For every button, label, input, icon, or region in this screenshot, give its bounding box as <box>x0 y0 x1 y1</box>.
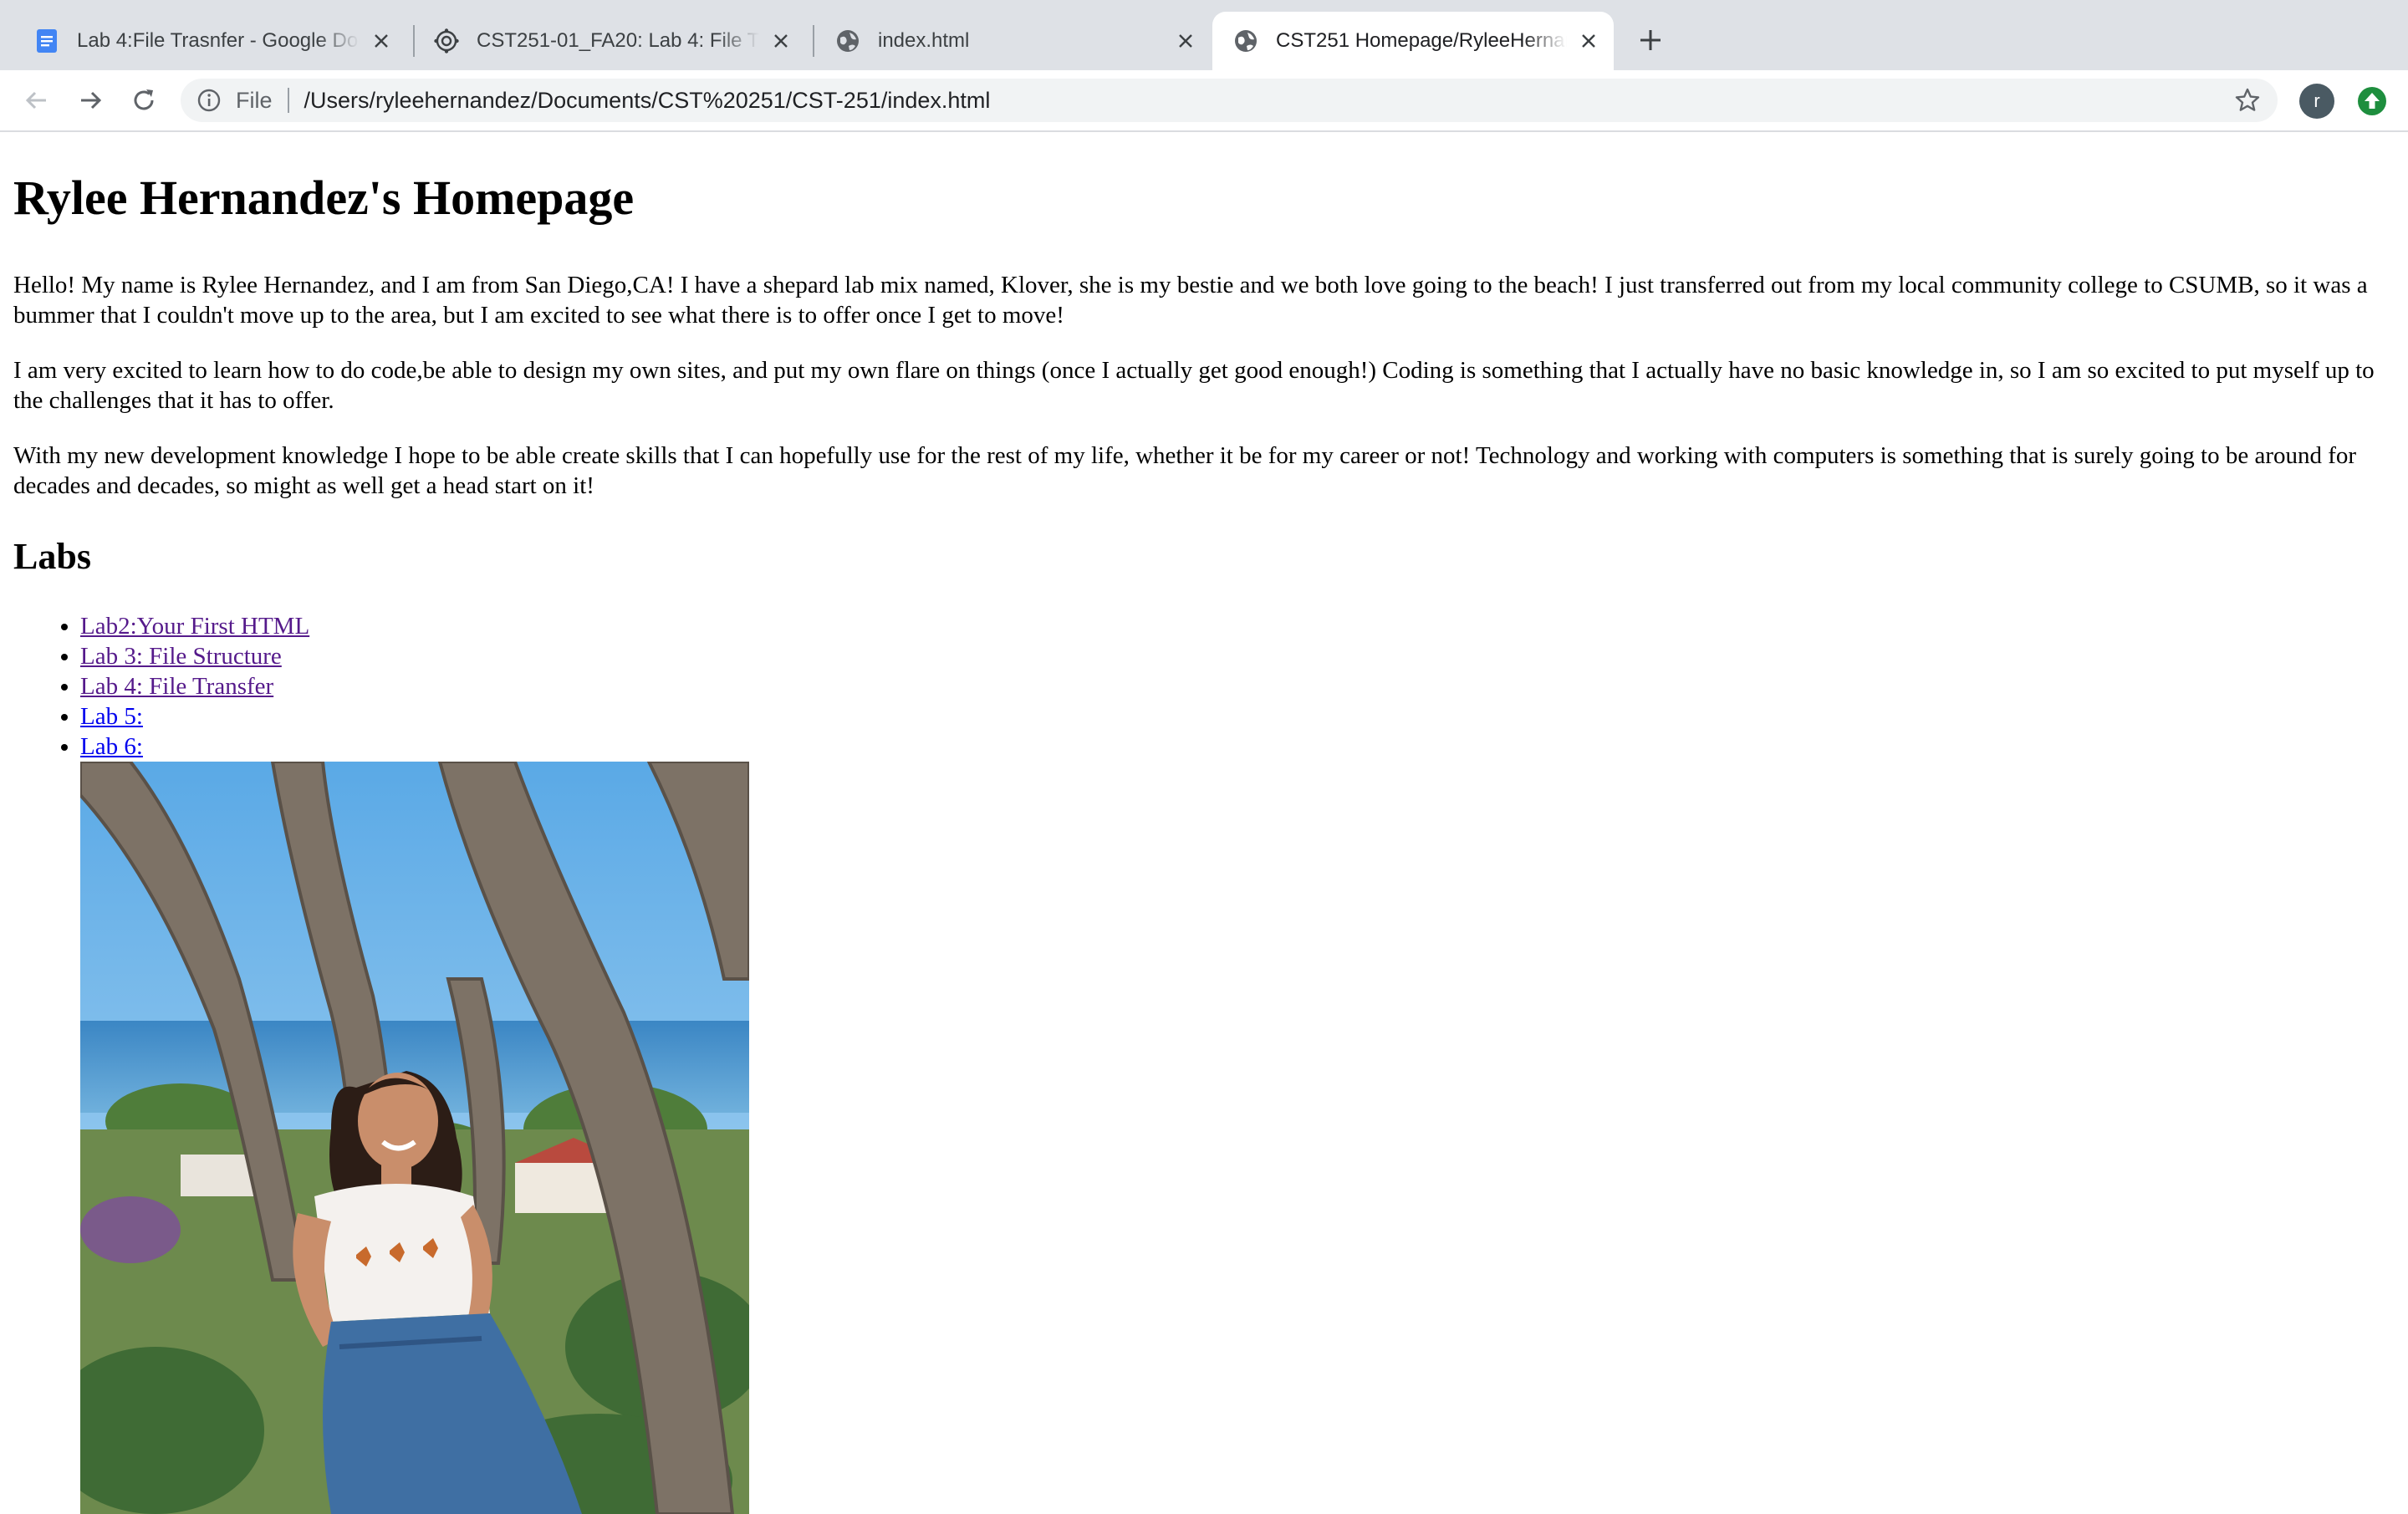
page-content: Rylee Hernandez's Homepage Hello! My nam… <box>13 132 2395 1514</box>
arrow-left-icon <box>25 91 46 110</box>
page-title: Rylee Hernandez's Homepage <box>13 171 635 225</box>
address-bar[interactable]: File /Users/ryleehernandez/Documents/CST… <box>181 79 2278 122</box>
reload-button[interactable] <box>127 84 161 117</box>
forward-button[interactable] <box>74 84 107 117</box>
tab-index-html[interactable]: index.html <box>801 12 1211 70</box>
tab-canvas-lab4[interactable]: CST251-01_FA20: Lab 4: File Transfer <box>400 12 806 70</box>
star-icon[interactable] <box>2234 87 2261 114</box>
reload-icon <box>134 89 154 110</box>
globe-icon <box>837 30 859 52</box>
lab-5-link[interactable]: Lab 5: <box>80 703 143 730</box>
extension-icon[interactable] <box>2356 85 2388 117</box>
tab-strip: Lab 4:File Trasnfer - Google Docs CST251… <box>0 0 2408 70</box>
google-docs-icon <box>37 29 57 53</box>
close-icon[interactable] <box>370 29 393 53</box>
intro-paragraph: Hello! My name is Rylee Hernandez, and I… <box>13 271 2368 329</box>
close-icon[interactable] <box>1577 29 1600 53</box>
list-item: Lab 5: <box>80 701 2395 732</box>
lab-2-link[interactable]: Lab2:Your First HTML <box>80 613 309 640</box>
profile-avatar[interactable]: r <box>2299 84 2334 119</box>
canvas-icon <box>434 28 459 54</box>
close-icon[interactable] <box>1174 29 1197 53</box>
plus-icon <box>1640 30 1661 50</box>
tab-title: CST251-01_FA20: Lab 4: File Transfer <box>477 29 759 52</box>
list-item: Lab 3: File Structure <box>80 641 2395 671</box>
list-item: Lab2:Your First HTML <box>80 611 2395 641</box>
scheme-label: File <box>236 87 273 113</box>
list-item: Lab 6: <box>80 732 2395 762</box>
photo-illustration <box>80 762 749 1514</box>
close-icon[interactable] <box>769 29 793 53</box>
tab-homepage[interactable]: CST251 Homepage/RyleeHernandez <box>1212 12 1614 70</box>
labs-heading: Labs <box>13 535 91 577</box>
tab-google-docs[interactable]: Lab 4:File Trasnfer - Google Docs <box>0 12 406 70</box>
tab-title: Lab 4:File Trasnfer - Google Docs <box>77 29 360 52</box>
profile-photo <box>80 762 749 1514</box>
lab-4-link[interactable]: Lab 4: File Transfer <box>80 673 273 700</box>
lab-6-link[interactable]: Lab 6: <box>80 733 143 760</box>
goals-paragraph: I am very excited to learn how to do cod… <box>13 356 2375 414</box>
info-icon[interactable] <box>196 87 222 114</box>
divider <box>287 88 289 113</box>
url-text[interactable]: /Users/ryleehernandez/Documents/CST%2025… <box>304 88 991 114</box>
labs-list: Lab2:Your First HTML Lab 3: File Structu… <box>13 611 2395 762</box>
globe-icon <box>1235 30 1257 52</box>
tab-title: CST251 Homepage/RyleeHernandez <box>1276 29 1567 52</box>
tab-title: index.html <box>878 29 970 52</box>
browser-toolbar: File /Users/ryleehernandez/Documents/CST… <box>0 70 2408 132</box>
new-tab-button[interactable] <box>1635 25 1666 55</box>
lab-3-link[interactable]: Lab 3: File Structure <box>80 643 282 670</box>
future-paragraph: With my new development knowledge I hope… <box>13 441 2357 499</box>
back-button[interactable] <box>20 84 54 117</box>
arrow-right-icon <box>81 91 102 110</box>
list-item: Lab 4: File Transfer <box>80 671 2395 701</box>
